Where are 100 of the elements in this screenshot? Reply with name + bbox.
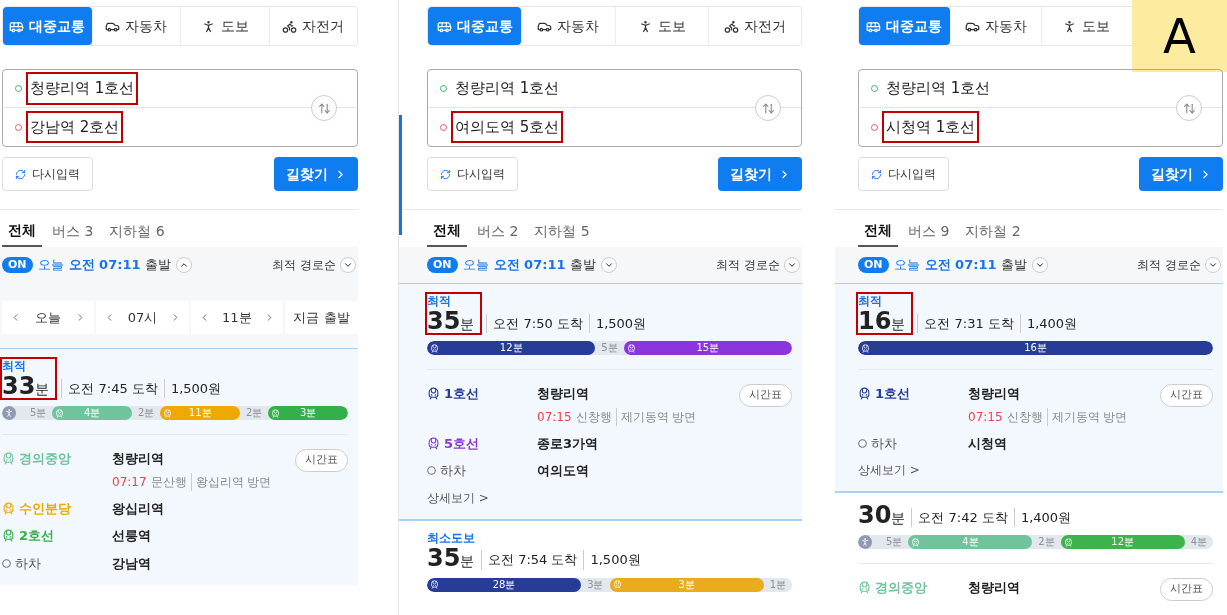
filter-tab[interactable]: 지하철 6 [103, 215, 171, 247]
mode-tab[interactable]: 자동차 [91, 7, 180, 45]
walk-time-label: 2분 [1038, 537, 1055, 547]
departure-label: 출발 [145, 256, 172, 275]
mode-tab[interactable]: 대중교통 [428, 7, 522, 45]
filter-tab[interactable]: 지하철 2 [959, 215, 1027, 247]
timetable-button[interactable]: 시간표 [1160, 578, 1213, 601]
departure-time: 오전 07:11 [493, 256, 566, 275]
filter-tab[interactable]: 버스 2 [471, 215, 525, 247]
line-label: 하차 [15, 554, 41, 573]
mode-icon [723, 18, 739, 34]
walk-time-label: 5분 [601, 343, 618, 353]
mode-tab[interactable]: 대중교통 [859, 7, 950, 45]
route-tag-label: 최소도보 [427, 530, 475, 546]
mode-tab[interactable]: 대중교통 [3, 7, 92, 45]
swap-icon[interactable] [311, 95, 337, 121]
timetable-button[interactable]: 시간표 [739, 384, 792, 407]
swap-icon[interactable] [755, 95, 781, 121]
filter-tab[interactable]: 버스 3 [46, 215, 100, 247]
ride-segment: 3분 [268, 406, 348, 420]
station-name: 시청역 [968, 434, 1008, 453]
search-button[interactable]: 길찾기 [274, 157, 358, 191]
train-icon [163, 408, 173, 418]
station-name: 강남역 [112, 554, 152, 573]
destination-field[interactable]: 시청역 1호선 [884, 112, 978, 142]
train-icon [858, 387, 871, 401]
mode-tab[interactable]: 자전거 [268, 7, 357, 45]
expand-icon[interactable] [601, 257, 618, 273]
route-fare: 1,400원 [1013, 507, 1072, 527]
time-stepper[interactable]: 오늘 [2, 301, 95, 334]
route-duration: 35분 [427, 309, 475, 333]
refresh-icon [15, 168, 26, 180]
train-icon [612, 580, 622, 589]
expand-icon[interactable] [1205, 257, 1221, 273]
line-label: 2호선 [19, 527, 55, 545]
stop-icon [858, 438, 867, 448]
details-link[interactable]: 상세보기 > [427, 488, 792, 507]
route-card[interactable]: 최적 16분 오전 7:31 도착 1,400원 16분 1호선 청량리역 07:15 신창행 제기동역 방면 시간표 하차 시청역 상세보기 > [835, 283, 1223, 491]
origin-field[interactable]: 청량리역 1호선 [884, 74, 993, 103]
search-button[interactable]: 길찾기 [1139, 157, 1223, 191]
reset-button[interactable]: 다시입력 [427, 157, 518, 191]
walking-icon [858, 535, 872, 549]
stop-icon [2, 558, 11, 568]
mode-tab[interactable]: 도보 [1040, 7, 1132, 45]
sort-label[interactable]: 최적 경로순 [1137, 256, 1201, 274]
station-name: 청량리역 [968, 385, 1021, 403]
station-name: 청량리역 [968, 579, 1021, 597]
train-icon [2, 529, 15, 543]
reset-button[interactable]: 다시입력 [2, 157, 93, 191]
train-icon [1063, 537, 1073, 547]
time-stepper[interactable]: 07시 [96, 301, 189, 334]
route-card[interactable]: 최적 35분 오전 7:50 도착 1,500원 12분 5분 15분 1호선 청량리역 07:15 신창행 제기동역 방면 시간표 5호선 종로3가역 하차 여의도역 상세보기 > [399, 283, 802, 519]
arrival-time: 오전 7:54 도착 [481, 550, 578, 570]
time-stepper[interactable]: 11분 [190, 301, 283, 334]
route-duration: 35분 [427, 545, 475, 570]
ride-segment: 28분 [427, 577, 582, 592]
filter-tab[interactable]: 지하철 5 [528, 215, 596, 247]
sort-label[interactable]: 최적 경로순 [716, 256, 780, 274]
filter-tab[interactable]: 버스 9 [902, 215, 956, 247]
departure-day: 오늘 [462, 255, 489, 275]
mode-tab[interactable]: 자동차 [521, 7, 615, 45]
route-fare: 1,500원 [163, 378, 222, 398]
search-button[interactable]: 길찾기 [718, 157, 802, 191]
arrival-time: 오전 7:45 도착 [61, 378, 158, 398]
departure-day: 오늘 [893, 255, 920, 275]
depart-now-button[interactable]: 지금 출발 [285, 301, 358, 334]
reset-button[interactable]: 다시입력 [858, 157, 949, 191]
timetable-button[interactable]: 시간표 [295, 449, 348, 472]
route-duration: 30분 [858, 503, 906, 527]
route-card[interactable]: 최적 33분 오전 7:45 도착 1,500원 5분 4분 2분 11분 2분 3분 경의중앙 청량리역 07:17 문산행 왕십리역 방면 시간표 수인분당 왕십리역 2호선 선릉역 하차 강남역 [0, 348, 358, 585]
ride-segment: 12분 [427, 341, 596, 355]
train-direction: 신창행 [575, 408, 612, 426]
expand-icon[interactable] [1032, 257, 1049, 273]
swap-icon[interactable] [1176, 95, 1202, 121]
collapse-icon[interactable] [176, 257, 193, 273]
toggle-badge[interactable]: ON [2, 256, 33, 274]
timetable-button[interactable]: 시간표 [1160, 384, 1213, 407]
toggle-badge[interactable]: ON [858, 256, 889, 274]
mode-tab[interactable]: 자전거 [707, 7, 801, 45]
line-label: 경의중앙 [19, 450, 71, 468]
destination-field[interactable]: 강남역 2호선 [28, 112, 122, 142]
train-icon [911, 537, 921, 547]
stepper-value: 오늘 [35, 308, 62, 327]
destination-field[interactable]: 여의도역 5호선 [453, 112, 562, 142]
sort-label[interactable]: 최적 경로순 [272, 256, 336, 274]
station-name: 선릉역 [112, 527, 152, 545]
toggle-badge[interactable]: ON [427, 256, 458, 274]
arrival-time: 오전 7:42 도착 [911, 507, 1008, 527]
line-label: 경의중앙 [875, 579, 927, 597]
line-label: 수인분당 [19, 499, 71, 518]
departure-label: 출발 [1001, 256, 1028, 275]
mode-tab[interactable]: 도보 [614, 7, 708, 45]
origin-field[interactable]: 청량리역 1호선 [453, 74, 562, 103]
expand-icon[interactable] [340, 257, 356, 273]
details-link[interactable]: 상세보기 > [858, 461, 1213, 479]
mode-tab[interactable]: 도보 [180, 7, 269, 45]
train-icon [430, 343, 439, 353]
mode-tab[interactable]: 자동차 [949, 7, 1041, 45]
expand-icon[interactable] [784, 257, 800, 273]
origin-field[interactable]: 청량리역 1호선 [28, 74, 137, 103]
